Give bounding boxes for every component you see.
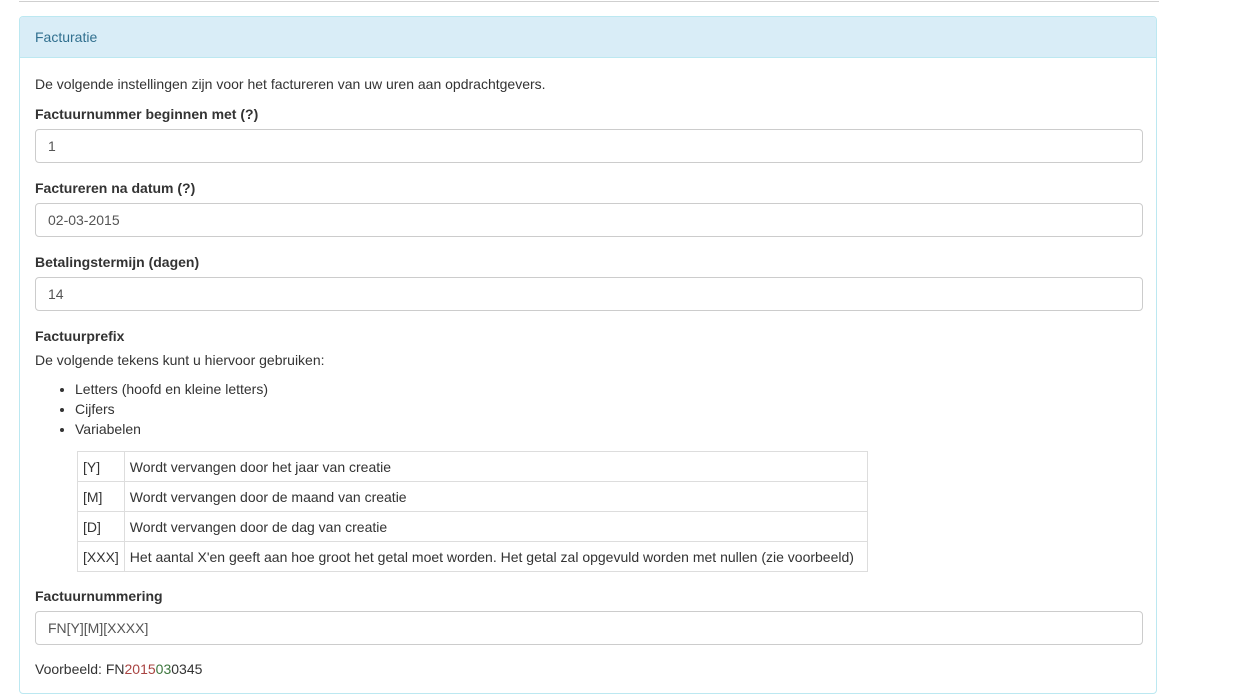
intro-text: De volgende instellingen zijn voor het f… [35,76,546,92]
table-row: [M] Wordt vervangen door de maand van cr… [77,481,869,512]
variable-description: Het aantal X'en geeft aan hoe groot het … [123,541,869,572]
table-row: [Y] Wordt vervangen door het jaar van cr… [77,451,869,482]
variable-code: [M] [77,481,125,512]
variable-code: [D] [77,511,125,542]
billing-panel: Facturatie De volgende instellingen zijn… [19,16,1157,694]
list-item: Variabelen [75,419,268,439]
invoice-start-label: Factuurnummer beginnen met (?) [35,106,259,122]
list-item: Cijfers [75,399,268,419]
variable-description: Wordt vervangen door de dag van creatie [123,511,869,542]
panel-title: Facturatie [20,17,1156,58]
example-prefix: FN [105,661,125,677]
example-year: 2015 [124,661,156,677]
example-label: Voorbeeld: [35,661,106,677]
variable-code: [XXX] [77,541,125,572]
payment-term-input[interactable]: 14 [35,277,1143,311]
prefix-heading: Factuurprefix [35,328,125,344]
example-text: Voorbeeld: FN2015030345 [35,661,202,677]
invoice-start-input[interactable]: 1 [35,129,1143,163]
example-number: 0345 [171,661,203,677]
variable-description: Wordt vervangen door de maand van creati… [123,481,869,512]
table-row: [XXX] Het aantal X'en geeft aan hoe groo… [77,541,869,572]
numbering-input[interactable]: FN[Y][M][XXXX] [35,611,1143,645]
prefix-description: De volgende tekens kunt u hiervoor gebru… [35,352,325,368]
table-row: [D] Wordt vervangen door de dag van crea… [77,511,869,542]
variable-description: Wordt vervangen door het jaar van creati… [123,451,869,482]
payment-term-label: Betalingstermijn (dagen) [35,254,200,270]
variable-code: [Y] [77,451,125,482]
list-item: Letters (hoofd en kleine letters) [75,379,268,399]
variables-table: [Y] Wordt vervangen door het jaar van cr… [77,451,869,572]
numbering-label: Factuurnummering [35,588,163,604]
allowed-characters-list: Letters (hoofd en kleine letters) Cijfer… [35,379,268,439]
divider [19,0,1159,2]
invoice-after-date-input[interactable]: 02-03-2015 [35,203,1143,237]
invoice-after-date-label: Factureren na datum (?) [35,180,196,196]
example-month: 03 [155,661,172,677]
